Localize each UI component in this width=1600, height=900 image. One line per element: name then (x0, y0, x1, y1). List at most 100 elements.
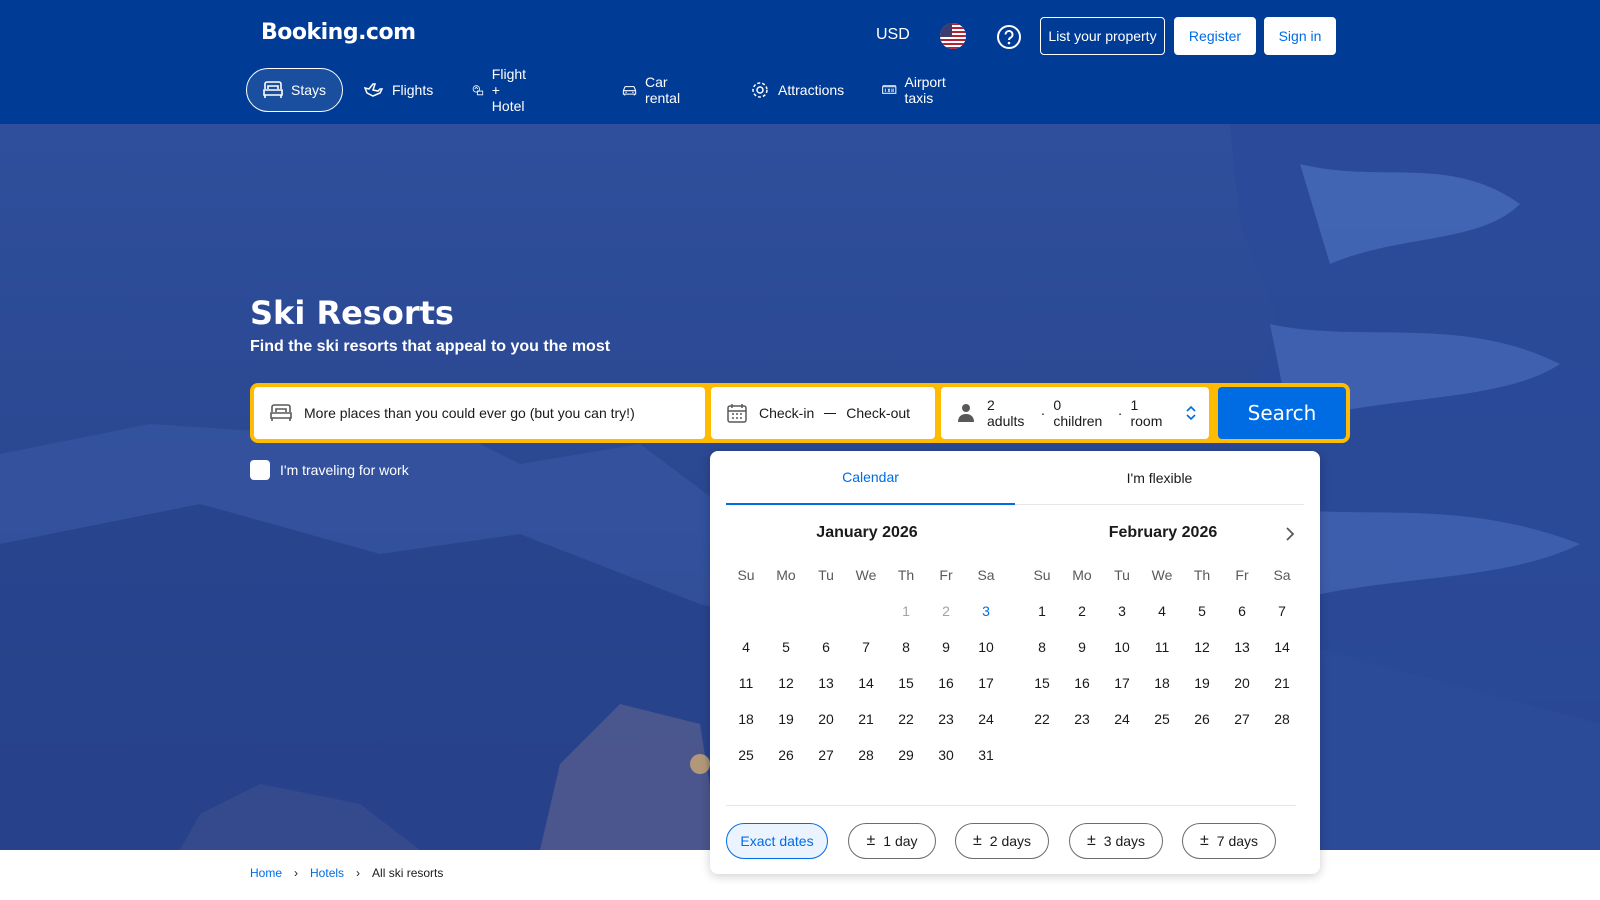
help-icon[interactable] (996, 24, 1022, 50)
person-icon (958, 404, 974, 422)
calendar-day[interactable]: 26 (766, 737, 806, 773)
calendar-day[interactable]: 23 (926, 701, 966, 737)
chip-7-days[interactable]: ± 7 days (1182, 823, 1276, 859)
us-flag-icon[interactable] (940, 23, 966, 49)
month-title: January 2026 (816, 524, 918, 541)
calendar-day[interactable]: 24 (1102, 701, 1142, 737)
calendar-day[interactable]: 6 (1222, 593, 1262, 629)
calendar-day[interactable]: 9 (926, 629, 966, 665)
calendar-day[interactable]: 30 (926, 737, 966, 773)
calendar-day[interactable]: 6 (806, 629, 846, 665)
calendar-day[interactable]: 26 (1182, 701, 1222, 737)
calendar-day[interactable]: 7 (846, 629, 886, 665)
calendar-day[interactable]: 1 (1022, 593, 1062, 629)
calendar-day[interactable]: 15 (1022, 665, 1062, 701)
calendar-day[interactable]: 20 (806, 701, 846, 737)
calendar-day[interactable]: 15 (886, 665, 926, 701)
calendar-day[interactable]: 22 (886, 701, 926, 737)
calendar-day[interactable]: 9 (1062, 629, 1102, 665)
calendar-day[interactable]: 12 (1182, 629, 1222, 665)
checkbox-box[interactable] (250, 460, 270, 480)
breadcrumb-hotels[interactable]: Hotels (310, 866, 344, 880)
sign-in-button[interactable]: Sign in (1264, 17, 1336, 55)
calendar-day[interactable]: 13 (806, 665, 846, 701)
calendar-day[interactable]: 14 (1262, 629, 1302, 665)
month-february: February 2026 Su Mo Tu We Th Fr Sa 1 2 3 4 5 6 7 8 9 10 1… (1022, 521, 1304, 737)
weekday-header: Tu (818, 567, 834, 583)
search-button[interactable]: Search (1218, 387, 1346, 439)
calendar-day[interactable]: 29 (886, 737, 926, 773)
calendar-day[interactable]: 13 (1222, 629, 1262, 665)
tab-flexible[interactable]: I'm flexible (1015, 451, 1304, 505)
calendar-day[interactable]: 8 (886, 629, 926, 665)
calendar-day[interactable]: 18 (1142, 665, 1182, 701)
date-separator (824, 412, 837, 414)
nav-stays[interactable]: Stays (246, 68, 344, 112)
tab-calendar[interactable]: Calendar (726, 451, 1015, 505)
calendar-day[interactable]: 19 (766, 701, 806, 737)
nav-flights[interactable]: Flights (348, 68, 449, 112)
calendar-day[interactable]: 10 (966, 629, 1006, 665)
calendar-day[interactable]: 27 (1222, 701, 1262, 737)
calendar-day[interactable]: 21 (1262, 665, 1302, 701)
calendar-day[interactable]: 4 (726, 629, 766, 665)
calendar-day[interactable]: 20 (1222, 665, 1262, 701)
calendar-day[interactable]: 24 (966, 701, 1006, 737)
chip-2-days[interactable]: ± 2 days (955, 823, 1049, 859)
chip-1-day[interactable]: ± 1 day (848, 823, 936, 859)
list-property-button[interactable]: List your property (1040, 17, 1165, 55)
work-travel-checkbox[interactable]: I'm traveling for work (250, 460, 409, 480)
calendar-day[interactable]: 3 (1102, 593, 1142, 629)
calendar-day[interactable]: 5 (1182, 593, 1222, 629)
currency-selector[interactable]: USD (876, 26, 910, 44)
calendar-day[interactable]: 27 (806, 737, 846, 773)
calendar-day[interactable]: 4 (1142, 593, 1182, 629)
destination-placeholder: More places than you could ever go (but … (304, 405, 635, 421)
calendar-day[interactable]: 14 (846, 665, 886, 701)
calendar-day[interactable]: 5 (766, 629, 806, 665)
calendar-day[interactable]: 7 (1262, 593, 1302, 629)
calendar-day[interactable]: 23 (1062, 701, 1102, 737)
calendar-day[interactable]: 28 (1262, 701, 1302, 737)
calendar-day[interactable]: 18 (726, 701, 766, 737)
empty-day-cell (766, 593, 806, 629)
calendar-day: 2 (942, 603, 950, 619)
booking-logo[interactable]: Booking.com (261, 20, 416, 45)
calendar-day[interactable]: 11 (726, 665, 766, 701)
chip-label: Exact dates (740, 833, 814, 849)
calendar-day[interactable]: 25 (1142, 701, 1182, 737)
date-range-input[interactable]: Check-in Check-out (711, 387, 935, 439)
breadcrumb-home[interactable]: Home (250, 866, 282, 880)
calendar-day[interactable]: 12 (766, 665, 806, 701)
calendar-day[interactable]: 25 (726, 737, 766, 773)
nav-airport-taxis[interactable]: Airport taxis (866, 68, 969, 112)
nav-car-rental[interactable]: Car rental (606, 68, 703, 112)
calendar-day[interactable]: 3 (966, 593, 1006, 629)
calendar-day[interactable]: 17 (966, 665, 1006, 701)
nav-attractions-label: Attractions (778, 82, 845, 98)
nav-flight-hotel[interactable]: Flight + Hotel (456, 66, 552, 114)
calendar-day[interactable]: 2 (1062, 593, 1102, 629)
work-travel-label: I'm traveling for work (280, 462, 409, 478)
calendar-day[interactable]: 28 (846, 737, 886, 773)
calendar-day[interactable]: 16 (1062, 665, 1102, 701)
calendar-day[interactable]: 10 (1102, 629, 1142, 665)
breadcrumb-chevron-icon: › (294, 866, 299, 880)
destination-input[interactable]: More places than you could ever go (but … (254, 387, 705, 439)
calendar-day[interactable]: 8 (1022, 629, 1062, 665)
next-month-chevron-icon[interactable] (1282, 526, 1298, 542)
occupancy-selector[interactable]: 2 adults · 0 children · 1 room (941, 387, 1209, 439)
nav-attractions[interactable]: Attractions (734, 68, 860, 112)
calendar-day[interactable]: 21 (846, 701, 886, 737)
calendar-day[interactable]: 31 (966, 737, 1006, 773)
calendar-day[interactable]: 17 (1102, 665, 1142, 701)
taxi-icon (882, 84, 897, 94)
chip-3-days[interactable]: ± 3 days (1069, 823, 1163, 859)
calendar-day[interactable]: 11 (1142, 629, 1182, 665)
calendar-day[interactable]: 16 (926, 665, 966, 701)
register-button[interactable]: Register (1174, 17, 1256, 55)
calendar-day[interactable]: 22 (1022, 701, 1062, 737)
calendar-day[interactable]: 19 (1182, 665, 1222, 701)
breadcrumb-current: All ski resorts (372, 866, 444, 880)
chip-exact-dates[interactable]: Exact dates (726, 823, 828, 859)
